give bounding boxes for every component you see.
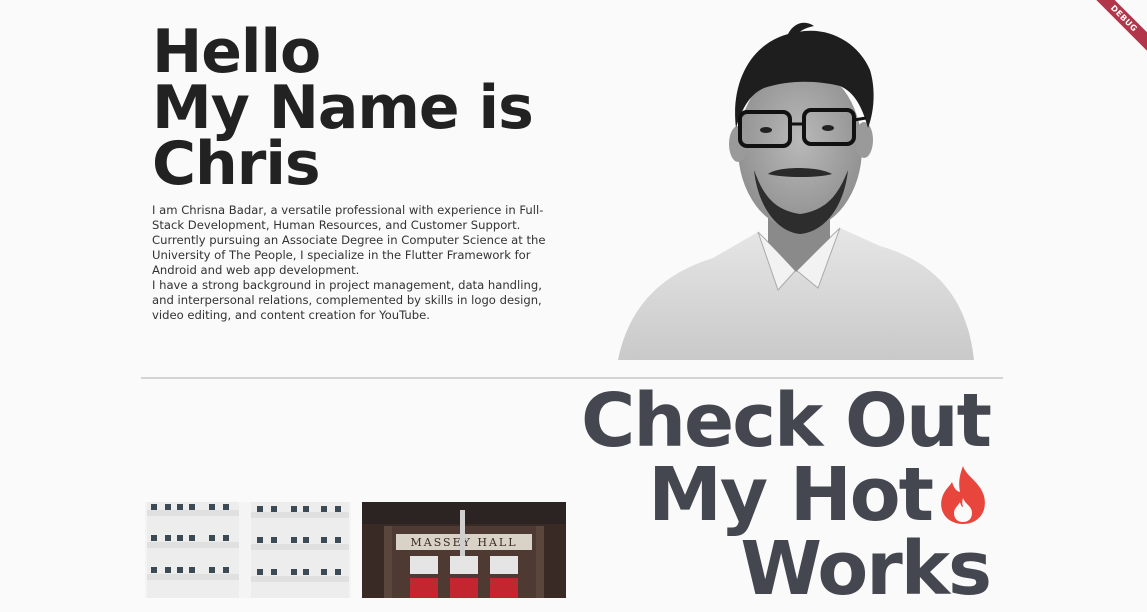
works-title-line: Works [740, 526, 992, 612]
bio-paragraph: I am Chrisna Badar, a versatile professi… [152, 203, 544, 232]
hero-title-line: Hello [152, 17, 321, 87]
bio-paragraph: Currently pursuing an Associate Degree i… [152, 233, 546, 277]
hero-title-line: Chris [152, 129, 321, 199]
debug-banner: DEBUG [1087, 0, 1147, 60]
building-facade-image[interactable] [145, 502, 351, 598]
bio-paragraph: I have a strong background in project ma… [152, 278, 542, 322]
fire-icon [941, 466, 985, 524]
profile-photo [618, 22, 974, 360]
hall-entrance-image[interactable]: MASSEY HALL [362, 502, 566, 598]
works-title: Check Out My Hot Works [581, 378, 992, 612]
hero-title-line: My Name is [152, 73, 534, 143]
debug-banner-label: DEBUG [1087, 0, 1147, 55]
bio-text: I am Chrisna Badar, a versatile professi… [152, 203, 567, 323]
hero-title: Hello My Name is Chris [152, 17, 534, 199]
works-title-line-with-icon: My Hot [581, 458, 990, 532]
works-title-line: Check Out [581, 378, 992, 464]
